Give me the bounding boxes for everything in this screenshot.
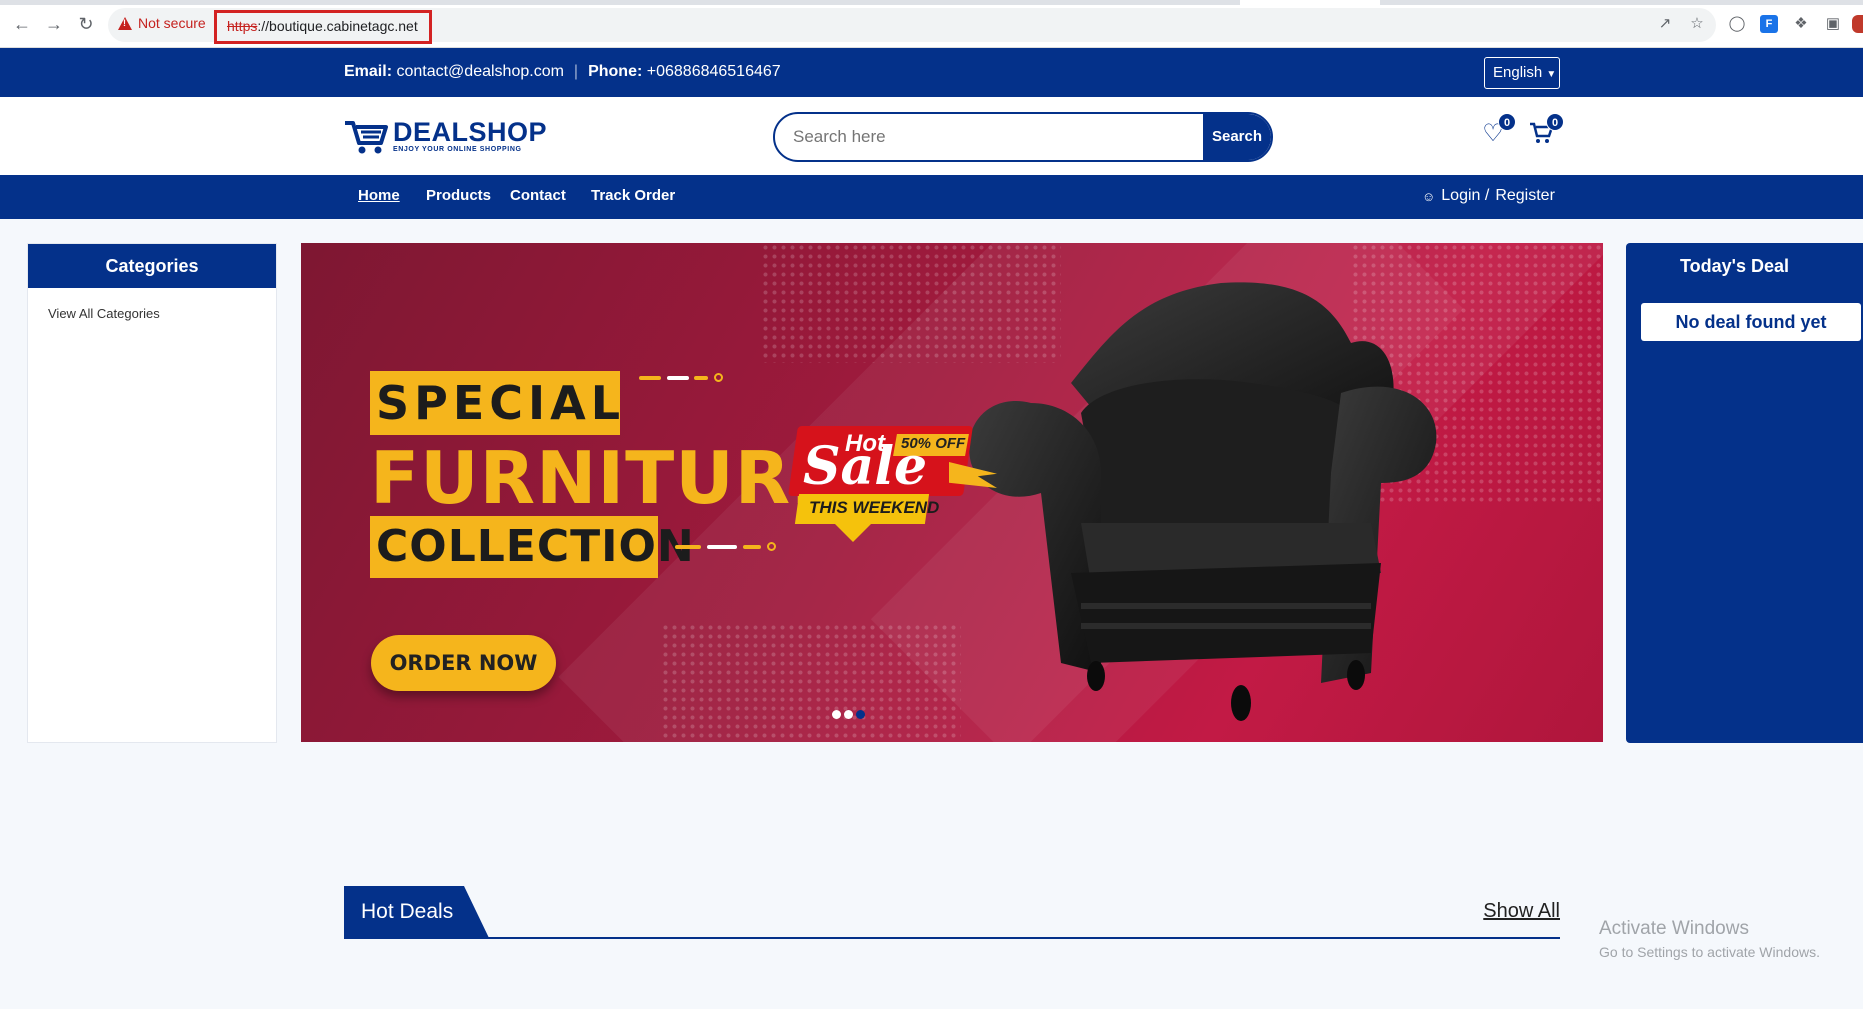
decor-dash [694, 376, 708, 380]
categories-panel: Categories View All Categories [27, 243, 277, 743]
phone-value[interactable]: +06886846516467 [647, 63, 781, 80]
language-value: English [1493, 64, 1543, 81]
show-all-link[interactable]: Show All [1483, 900, 1560, 923]
security-label: Not secure [138, 15, 206, 31]
url-highlight[interactable]: https://boutique.cabinetagc.net [214, 10, 432, 44]
contact-bar: Email: contact@dealshop.com | Phone: +0688… [0, 48, 1863, 97]
order-now-button[interactable]: ORDER NOW [371, 635, 556, 691]
nav-track-order[interactable]: Track Order [591, 187, 675, 204]
browser-toolbar: ← → ↻ Not secure https://boutique.cabine… [0, 0, 1863, 48]
puzzle-extensions-icon[interactable]: ❖ [1792, 15, 1810, 33]
login-link[interactable]: Login / [1441, 187, 1489, 205]
carousel-dot-1[interactable] [832, 710, 841, 719]
reload-icon[interactable]: ↻ [76, 14, 96, 34]
cart-icon[interactable]: 0 [1528, 113, 1564, 147]
shield-extension-icon[interactable]: ◯ [1728, 15, 1746, 33]
decor-dash [667, 376, 689, 380]
sale-sticker-point [835, 524, 871, 542]
search-button[interactable]: Search [1203, 114, 1271, 160]
back-icon[interactable]: ← [12, 14, 32, 34]
decor-ring [714, 373, 723, 382]
url-host: ://boutique.cabinetagc.net [257, 18, 418, 34]
banner-line-collection: COLLECTION [370, 516, 694, 578]
site-header: DEALSHOP ENJOY YOUR ONLINE SHOPPING Sear… [0, 97, 1863, 175]
chevron-down-icon: ▼ [1546, 69, 1557, 80]
decor-ring [767, 542, 776, 551]
phone-label: Phone: [588, 63, 643, 80]
user-icon: ☺ [1422, 188, 1436, 204]
nav-products[interactable]: Products [426, 187, 491, 204]
banner-line-furniture: FURNITURE [370, 436, 842, 520]
sale-weekend-text: THIS WEEKEND [809, 498, 940, 517]
profile-avatar[interactable] [1852, 15, 1863, 33]
active-tab[interactable] [1240, 0, 1380, 5]
hot-deals-title: Hot Deals [344, 886, 489, 938]
activate-windows-subtitle: Go to Settings to activate Windows. [1599, 944, 1820, 960]
decor-dash [639, 376, 661, 380]
sale-word-text: Sale [803, 436, 928, 497]
search-bar: Search [773, 112, 1273, 162]
carousel-dot-2[interactable] [844, 710, 853, 719]
cart-count-badge: 0 [1546, 113, 1564, 131]
todays-deal-panel: Today's Deal No deal found yet [1626, 243, 1863, 743]
search-input[interactable] [775, 114, 1205, 160]
main-navigation: Home Products Contact Track Order ☺ Logi… [0, 175, 1863, 219]
decor-dash [743, 545, 761, 549]
extension-icon[interactable]: F [1760, 15, 1778, 33]
cart-logo-icon [345, 121, 388, 154]
email-label: Email: [344, 63, 393, 80]
warning-icon [118, 16, 132, 30]
sale-sticker: 50% OFF Hot Sale THIS WEEKEND [788, 426, 1003, 544]
decor-dash [675, 545, 701, 549]
banner-line-special: SPECIAL [370, 371, 620, 435]
divider: | [573, 63, 579, 80]
site-logo[interactable]: DEALSHOP ENJOY YOUR ONLINE SHOPPING [343, 115, 547, 155]
wishlist-count-badge: 0 [1498, 113, 1516, 131]
todays-deal-title: Today's Deal [1680, 256, 1789, 276]
activate-windows-watermark: Activate Windows Go to Settings to activ… [1599, 918, 1820, 960]
tab-strip [0, 0, 1863, 5]
language-select[interactable]: English ▼ [1484, 57, 1560, 89]
decor-dash [707, 545, 737, 549]
nav-home[interactable]: Home [358, 187, 400, 204]
email-value[interactable]: contact@dealshop.com [396, 63, 563, 80]
logo-wordmark: DEALSHOP [393, 116, 548, 147]
no-deal-message: No deal found yet [1641, 303, 1861, 341]
hero-banner[interactable]: SPECIAL FURNITURE COLLECTION ORDER NOW 5… [301, 243, 1603, 742]
register-link[interactable]: Register [1495, 187, 1555, 205]
nav-contact[interactable]: Contact [510, 187, 566, 204]
contact-info: Email: contact@dealshop.com | Phone: +0688… [344, 63, 781, 81]
activate-windows-title: Activate Windows [1599, 918, 1749, 939]
url-scheme: https [227, 18, 258, 34]
share-icon[interactable]: ↗ [1656, 15, 1674, 33]
side-panel-icon[interactable]: ▣ [1824, 15, 1842, 33]
security-indicator[interactable]: Not secure [118, 15, 206, 31]
view-all-categories-link[interactable]: View All Categories [48, 306, 276, 321]
carousel-dot-3-active[interactable] [856, 710, 865, 719]
auth-links: ☺ Login / Register [1422, 187, 1555, 205]
categories-title: Categories [28, 244, 276, 288]
wishlist-heart-icon[interactable]: ♡ 0 [1480, 113, 1516, 147]
hot-deals-section: Hot Deals Show All [344, 886, 1560, 939]
forward-icon[interactable]: → [44, 14, 64, 34]
logo-tagline: ENJOY YOUR ONLINE SHOPPING [393, 145, 522, 153]
bookmark-star-icon[interactable]: ☆ [1688, 15, 1706, 33]
